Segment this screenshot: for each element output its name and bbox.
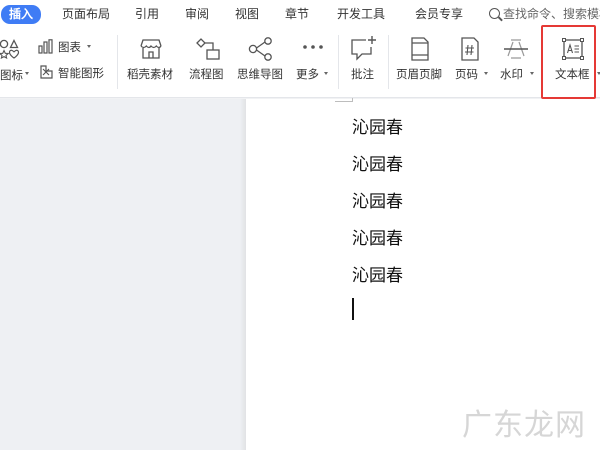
ribbon-toolbar: 图标 图表 智能图形 稻壳素材 流程图 思维导图 更多 批注 页眉页脚 页码 水… bbox=[0, 29, 600, 98]
docer-materials-button[interactable]: 稻壳素材 bbox=[124, 35, 178, 91]
chevron-down-icon bbox=[324, 72, 328, 75]
icons-label: 图标 bbox=[0, 68, 23, 82]
site-watermark: 广东龙网 bbox=[462, 408, 586, 443]
smart-art-label: 智能图形 bbox=[58, 66, 104, 80]
watermark-icon bbox=[504, 39, 528, 59]
document-canvas-background bbox=[0, 99, 246, 450]
ribbon-separator bbox=[117, 35, 118, 89]
document-paragraph[interactable]: 沁园春 bbox=[352, 261, 403, 286]
bar-chart-icon bbox=[38, 39, 53, 54]
flowchart-label: 流程图 bbox=[189, 67, 224, 81]
tab-page-layout[interactable]: 页面布局 bbox=[62, 6, 110, 23]
watermark-button[interactable]: 水印 bbox=[497, 35, 537, 91]
page-number-button[interactable]: 页码 bbox=[452, 35, 492, 91]
document-paragraph[interactable]: 沁园春 bbox=[352, 187, 403, 212]
tab-references[interactable]: 引用 bbox=[135, 6, 159, 23]
document-paragraph[interactable]: 沁园春 bbox=[352, 150, 403, 175]
more-label: 更多 bbox=[296, 67, 319, 81]
mindmap-label: 思维导图 bbox=[237, 67, 283, 81]
page-number-label: 页码 bbox=[455, 67, 478, 81]
chart-button[interactable]: 图表 bbox=[38, 37, 98, 57]
watermark-label: 水印 bbox=[500, 67, 523, 81]
tab-view[interactable]: 视图 bbox=[235, 6, 259, 23]
document-paragraph[interactable]: 沁园春 bbox=[352, 224, 403, 249]
textbox-highlight-box bbox=[541, 25, 596, 99]
docer-materials-label: 稻壳素材 bbox=[127, 67, 173, 81]
tab-member-exclusive[interactable]: 会员专享 bbox=[415, 6, 463, 23]
margin-corner-mark bbox=[335, 98, 353, 106]
tab-insert[interactable]: 插入 bbox=[1, 5, 42, 24]
text-cursor bbox=[352, 298, 354, 320]
comment-button[interactable]: 批注 bbox=[346, 35, 382, 91]
chart-label: 图表 bbox=[58, 40, 81, 54]
flowchart-button[interactable]: 流程图 bbox=[187, 35, 229, 91]
ribbon-separator bbox=[338, 35, 339, 89]
chevron-down-icon bbox=[87, 45, 91, 48]
more-button[interactable]: 更多 bbox=[294, 35, 332, 91]
menu-bar: 插入 页面布局 引用 审阅 视图 章节 开发工具 会员专享 查找命令、搜索模板 bbox=[0, 0, 600, 29]
header-footer-label: 页眉页脚 bbox=[396, 67, 442, 81]
add-comment-icon bbox=[351, 36, 376, 61]
page-header-icon bbox=[411, 37, 429, 61]
ellipsis-icon bbox=[303, 45, 323, 49]
header-footer-button[interactable]: 页眉页脚 bbox=[394, 35, 446, 91]
comment-label: 批注 bbox=[351, 67, 374, 81]
flowchart-icon bbox=[196, 38, 220, 60]
document-page[interactable] bbox=[246, 99, 600, 450]
shapes-icon bbox=[0, 39, 20, 59]
command-search[interactable]: 查找命令、搜索模板 bbox=[489, 5, 600, 24]
chevron-down-icon bbox=[484, 72, 488, 75]
smart-art-button[interactable]: 智能图形 bbox=[38, 63, 113, 83]
ribbon-separator bbox=[388, 35, 389, 89]
tab-review[interactable]: 审阅 bbox=[185, 6, 209, 23]
tab-developer-tools[interactable]: 开发工具 bbox=[337, 6, 385, 23]
mindmap-button[interactable]: 思维导图 bbox=[236, 35, 288, 91]
chevron-down-icon bbox=[530, 72, 534, 75]
search-placeholder: 查找命令、搜索模板 bbox=[503, 7, 600, 21]
document-paragraph[interactable]: 沁园春 bbox=[352, 113, 403, 138]
search-icon bbox=[489, 8, 500, 19]
chevron-down-icon bbox=[25, 72, 29, 75]
tab-section[interactable]: 章节 bbox=[285, 6, 309, 23]
smart-art-icon bbox=[40, 65, 53, 79]
icons-button[interactable]: 图标 bbox=[0, 37, 30, 87]
page-number-icon bbox=[461, 37, 479, 61]
store-icon bbox=[140, 39, 162, 59]
mindmap-icon bbox=[248, 37, 272, 61]
